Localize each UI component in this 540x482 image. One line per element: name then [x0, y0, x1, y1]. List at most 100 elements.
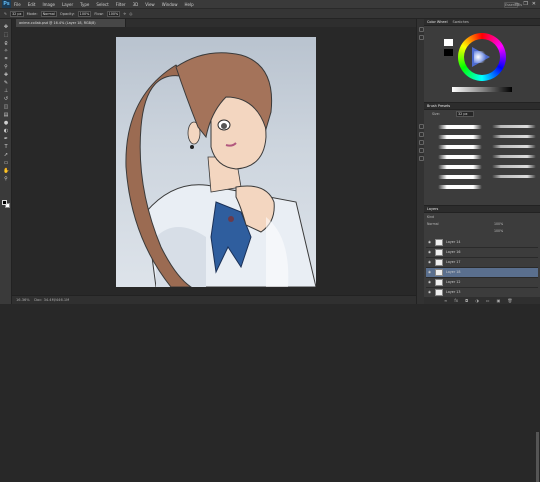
blur-icon[interactable]: ●: [3, 121, 9, 126]
canvas-area[interactable]: [12, 27, 416, 295]
brush-preset[interactable]: [492, 173, 536, 181]
layer-filter-kind[interactable]: Kind: [427, 214, 434, 220]
hue-ring[interactable]: [458, 33, 506, 81]
blend-mode-select[interactable]: Normal: [427, 221, 439, 227]
magic-wand-icon[interactable]: ✧: [3, 49, 9, 54]
menu-help[interactable]: Help: [184, 2, 193, 7]
brush-size-field[interactable]: 32 px: [456, 111, 474, 117]
move-icon[interactable]: ✥: [3, 25, 9, 30]
pressure-icon[interactable]: ◎: [129, 12, 132, 16]
visibility-eye-icon[interactable]: ◉: [428, 290, 432, 294]
saturation-area[interactable]: [464, 39, 500, 75]
layer-row[interactable]: ◉ Layer 17: [426, 258, 538, 268]
character-icon[interactable]: [418, 140, 424, 145]
zoom-readout[interactable]: 16.36%: [16, 298, 30, 302]
menu-type[interactable]: Type: [80, 2, 89, 7]
minimize-icon[interactable]: —: [514, 1, 519, 7]
tool-presets-icon[interactable]: [418, 156, 424, 161]
lasso-icon[interactable]: ϱ: [3, 41, 9, 46]
background-chip[interactable]: [444, 49, 453, 56]
properties-icon[interactable]: [418, 35, 424, 40]
crop-icon[interactable]: ⌗: [3, 57, 9, 62]
artwork-canvas[interactable]: [116, 37, 316, 287]
tab-color-wheel[interactable]: Color Wheel: [427, 20, 448, 24]
clone-source-icon[interactable]: [418, 132, 424, 137]
menu-select[interactable]: Select: [96, 2, 108, 7]
fx-icon[interactable]: fx: [454, 298, 458, 303]
tab-layers[interactable]: Layers: [427, 207, 438, 211]
layer-opacity-field[interactable]: 100%: [494, 221, 503, 227]
pen-icon[interactable]: ✒: [3, 137, 9, 142]
layers-scrollbar[interactable]: [536, 432, 539, 482]
flow-field[interactable]: 100%: [106, 10, 121, 17]
brush-preset[interactable]: [432, 123, 484, 131]
eraser-icon[interactable]: ◫: [3, 105, 9, 110]
menu-edit[interactable]: Edit: [28, 2, 36, 7]
menu-layer[interactable]: Layer: [62, 2, 73, 7]
brush-preset[interactable]: [492, 163, 536, 171]
tab-swatches[interactable]: Swatches: [453, 20, 469, 24]
dodge-icon[interactable]: ◐: [3, 129, 9, 134]
mode-select[interactable]: Normal: [40, 10, 57, 17]
marquee-icon[interactable]: ⬚: [3, 33, 9, 38]
link-layers-icon[interactable]: ∞: [444, 298, 447, 303]
close-icon[interactable]: ✕: [532, 1, 536, 7]
healing-icon[interactable]: ✚: [3, 73, 9, 78]
opacity-field[interactable]: 100%: [77, 10, 92, 17]
layer-fill-field[interactable]: 100%: [494, 228, 503, 234]
brush-preset[interactable]: [492, 143, 536, 151]
brush-tool-icon[interactable]: ✎: [4, 12, 7, 16]
layer-row[interactable]: ◉ Layer 16: [426, 248, 538, 258]
visibility-eye-icon[interactable]: ◉: [428, 240, 432, 244]
new-layer-icon[interactable]: ▣: [497, 298, 501, 303]
foreground-color-swatch[interactable]: [2, 200, 7, 205]
menu-window[interactable]: Window: [162, 2, 178, 7]
history-brush-icon[interactable]: ↺: [3, 97, 9, 102]
type-icon[interactable]: T: [3, 145, 9, 150]
menu-image[interactable]: Image: [42, 2, 55, 7]
foreground-chip[interactable]: [444, 39, 453, 46]
menu-3d[interactable]: 3D: [133, 2, 139, 7]
brush-preset[interactable]: [432, 163, 484, 171]
brush-settings-icon[interactable]: [418, 124, 424, 129]
tab-brush-presets[interactable]: Brush Presets: [427, 104, 450, 108]
brush-preset[interactable]: [432, 133, 484, 141]
path-select-icon[interactable]: ➚: [3, 153, 9, 158]
stamp-icon[interactable]: ⊥: [3, 89, 9, 94]
visibility-eye-icon[interactable]: ◉: [428, 260, 432, 264]
mask-icon[interactable]: ◘: [465, 298, 468, 303]
brush-preset[interactable]: [432, 173, 484, 181]
maximize-icon[interactable]: ❐: [523, 1, 527, 7]
brush-size-preset[interactable]: 32 px: [10, 10, 24, 17]
layer-row-selected[interactable]: ◉ Layer 18: [426, 268, 538, 278]
visibility-eye-icon[interactable]: ◉: [428, 250, 432, 254]
trash-icon[interactable]: 🗑: [507, 298, 512, 303]
airbrush-icon[interactable]: ✈: [123, 12, 126, 16]
paragraph-icon[interactable]: [418, 148, 424, 153]
brush-preset[interactable]: [492, 133, 536, 141]
shape-icon[interactable]: ▭: [3, 161, 9, 166]
brush-preset[interactable]: [492, 153, 536, 161]
zoom-icon[interactable]: ⚲: [3, 177, 9, 182]
app-logo[interactable]: Ps: [2, 0, 11, 8]
visibility-eye-icon[interactable]: ◉: [428, 280, 432, 284]
menu-filter[interactable]: Filter: [116, 2, 126, 7]
gradient-icon[interactable]: ▤: [3, 113, 9, 118]
eyedropper-icon[interactable]: ⚲: [3, 65, 9, 70]
history-icon[interactable]: [418, 27, 424, 32]
value-gradient-bar[interactable]: [452, 87, 512, 92]
hand-icon[interactable]: ✋: [3, 169, 9, 174]
layer-row[interactable]: ◉ Layer 12: [426, 278, 538, 288]
brush-preset[interactable]: [492, 123, 536, 131]
adjustment-icon[interactable]: ◑: [475, 298, 479, 303]
layer-row[interactable]: ◉ Layer 14: [426, 238, 538, 248]
brush-preset[interactable]: [432, 183, 484, 191]
menu-file[interactable]: File: [14, 2, 21, 7]
brush-preset[interactable]: [432, 143, 484, 151]
menu-view[interactable]: View: [145, 2, 155, 7]
brush-icon[interactable]: ✎: [3, 81, 9, 86]
group-icon[interactable]: ▭: [486, 298, 490, 303]
visibility-eye-icon[interactable]: ◉: [428, 270, 432, 274]
document-tab[interactable]: anime-collab.psd @ 16.4% (Layer 18, RGB/…: [16, 19, 126, 27]
brush-preset[interactable]: [432, 153, 484, 161]
